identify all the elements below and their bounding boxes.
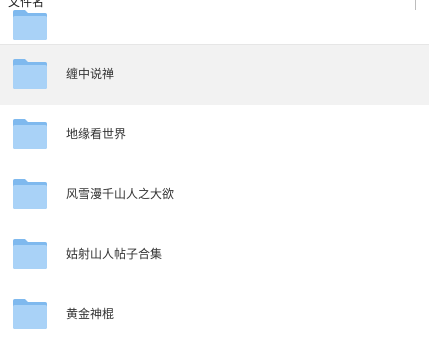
folder-icon <box>12 8 48 44</box>
list-item[interactable]: 地缘看世界 <box>0 105 429 165</box>
list-item[interactable]: 缠中说禅 <box>0 45 429 105</box>
file-name: 风雪漫千山人之大欲 <box>66 187 175 201</box>
list-item[interactable]: 姑射山人帖子合集 <box>0 225 429 285</box>
folder-icon <box>12 57 48 91</box>
column-divider[interactable] <box>415 0 416 10</box>
file-name: 地缘看世界 <box>66 127 127 141</box>
file-name: 缠中说禅 <box>66 67 115 81</box>
folder-icon <box>12 117 48 151</box>
file-list: 缠中说禅 地缘看世界 风雪漫千山人之大欲 姑射山人帖子合集 黄金神棍 <box>0 45 429 345</box>
file-list-header: 文件名 <box>0 0 429 45</box>
file-name: 黄金神棍 <box>66 307 115 321</box>
file-name: 姑射山人帖子合集 <box>66 247 163 261</box>
folder-icon <box>12 237 48 271</box>
folder-icon <box>12 177 48 211</box>
list-item[interactable]: 风雪漫千山人之大欲 <box>0 165 429 225</box>
list-item[interactable]: 黄金神棍 <box>0 285 429 345</box>
folder-icon <box>12 297 48 331</box>
